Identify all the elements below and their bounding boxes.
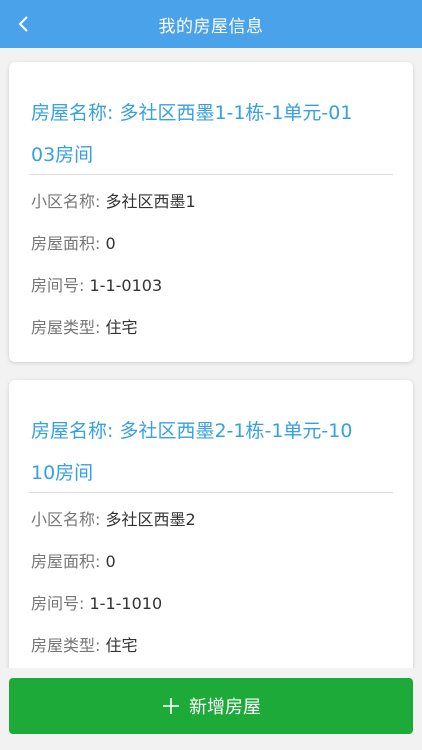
- room-value: 1-1-1010: [89, 594, 163, 613]
- room-value: 1-1-0103: [89, 276, 163, 295]
- area-value: 0: [105, 552, 116, 571]
- house-card[interactable]: 房屋名称: 多社区西墨2-1栋-1单元-1010房间 小区名称: 多社区西墨2 …: [9, 380, 413, 668]
- back-button[interactable]: [10, 0, 38, 48]
- add-house-button[interactable]: 新增房屋: [9, 678, 413, 734]
- community-label: 小区名称:: [31, 192, 101, 211]
- room-label: 房间号:: [31, 276, 85, 295]
- plus-icon: [161, 696, 181, 716]
- area-row: 房屋面积: 0: [31, 548, 116, 572]
- chevron-left-icon: [18, 16, 28, 32]
- house-name: 房屋名称: 多社区西墨2-1栋-1单元-1010房间: [31, 410, 361, 494]
- add-house-label: 新增房屋: [189, 697, 261, 718]
- room-row: 房间号: 1-1-0103: [31, 272, 162, 296]
- card-divider: [29, 174, 393, 175]
- house-name-label: 房屋名称:: [31, 420, 114, 442]
- room-row: 房间号: 1-1-1010: [31, 590, 162, 614]
- area-label: 房屋面积:: [31, 234, 101, 253]
- house-card[interactable]: 房屋名称: 多社区西墨1-1栋-1单元-0103房间 小区名称: 多社区西墨1 …: [9, 62, 413, 362]
- community-value: 多社区西墨1: [105, 192, 196, 211]
- type-label: 房屋类型:: [31, 636, 101, 655]
- community-label: 小区名称:: [31, 510, 101, 529]
- house-name-label: 房屋名称:: [31, 102, 114, 124]
- top-bar: 我的房屋信息: [0, 0, 422, 48]
- area-value: 0: [105, 234, 116, 253]
- type-row: 房屋类型: 住宅: [31, 632, 138, 656]
- type-value: 住宅: [105, 636, 138, 655]
- community-value: 多社区西墨2: [105, 510, 196, 529]
- room-label: 房间号:: [31, 594, 85, 613]
- community-row: 小区名称: 多社区西墨1: [31, 188, 196, 212]
- community-row: 小区名称: 多社区西墨2: [31, 506, 196, 530]
- type-row: 房屋类型: 住宅: [31, 314, 138, 338]
- type-value: 住宅: [105, 318, 138, 337]
- page-title: 我的房屋信息: [158, 16, 264, 37]
- card-divider: [29, 492, 393, 493]
- type-label: 房屋类型:: [31, 318, 101, 337]
- area-row: 房屋面积: 0: [31, 230, 116, 254]
- house-list: 房屋名称: 多社区西墨1-1栋-1单元-0103房间 小区名称: 多社区西墨1 …: [0, 48, 422, 668]
- area-label: 房屋面积:: [31, 552, 101, 571]
- house-name: 房屋名称: 多社区西墨1-1栋-1单元-0103房间: [31, 92, 361, 176]
